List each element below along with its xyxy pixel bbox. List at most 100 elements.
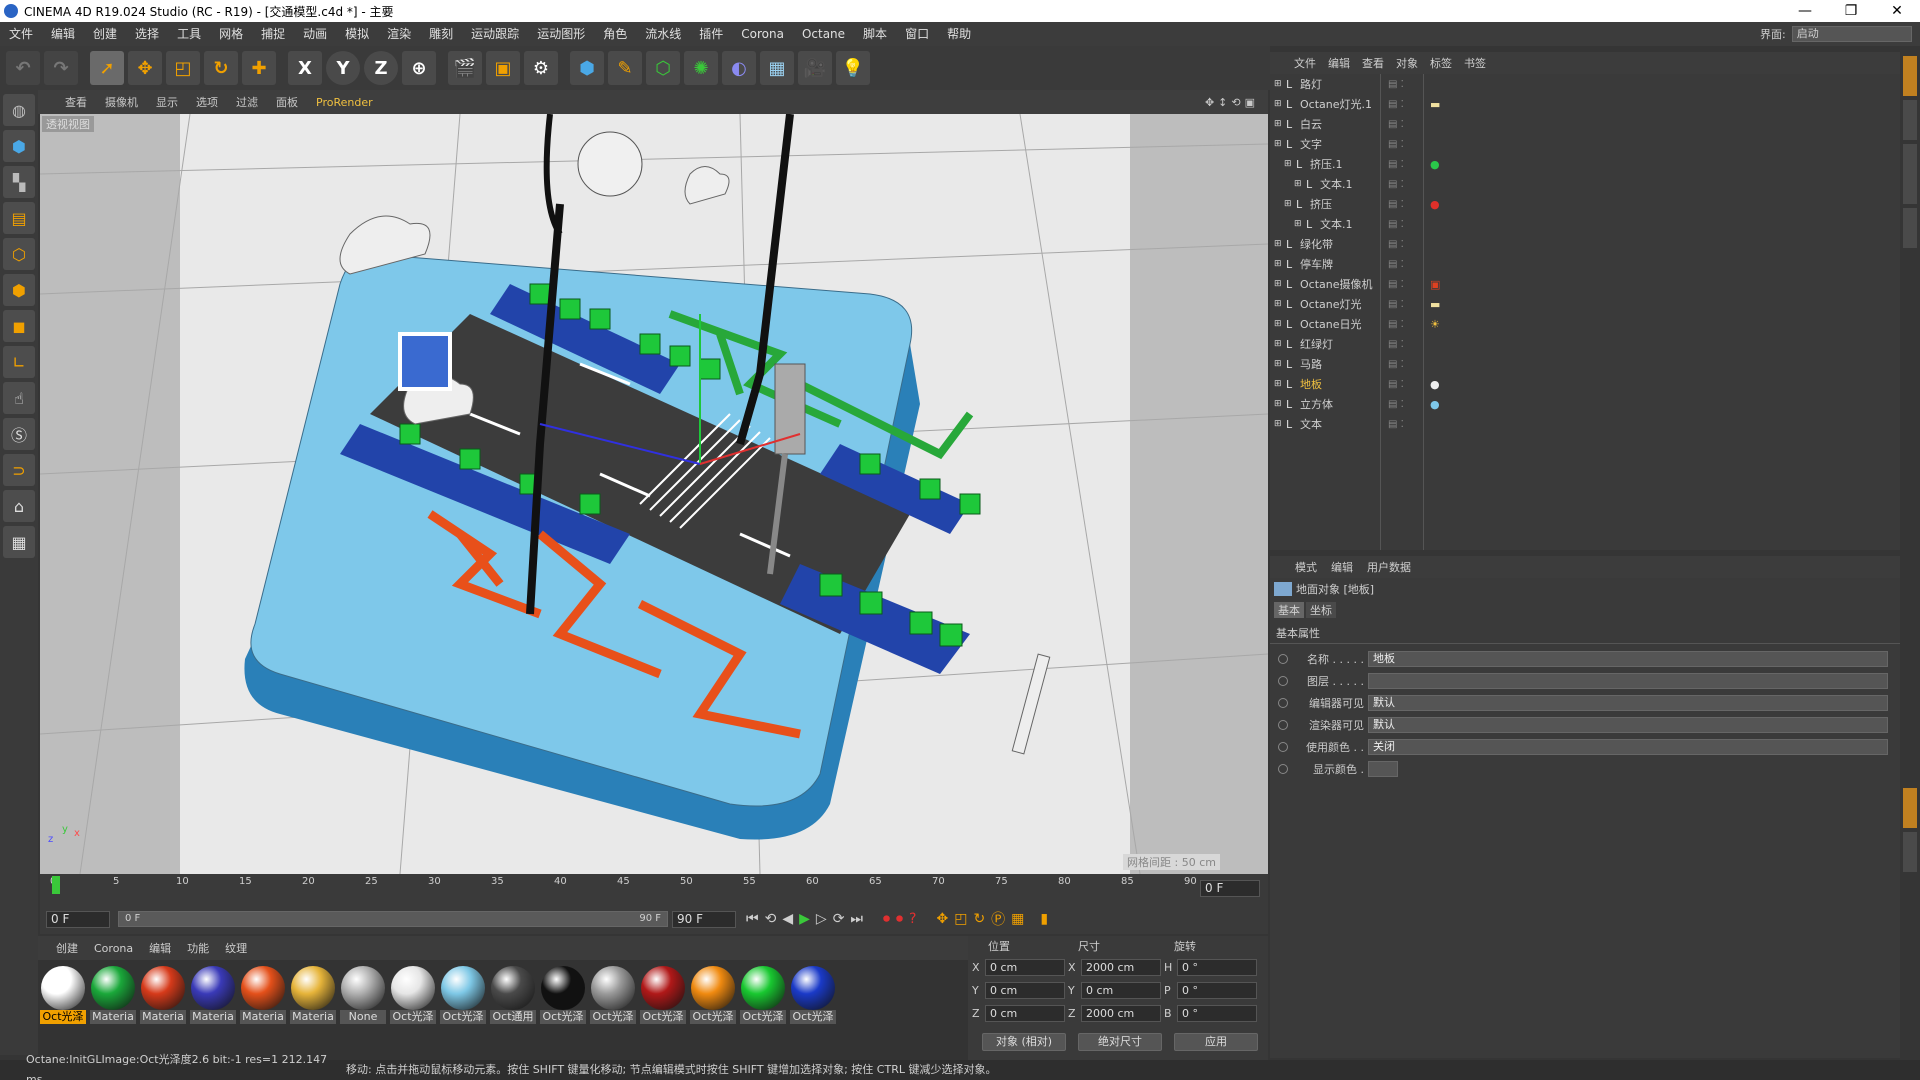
pen-spline-icon[interactable]: ✎: [608, 51, 642, 85]
material-item[interactable]: Oct光泽: [740, 966, 786, 1024]
material-item[interactable]: Oct通用: [490, 966, 536, 1024]
goto-end-icon[interactable]: ⏭: [850, 911, 863, 927]
object-row[interactable]: ⊞ L 挤压 ▤ ⁚ ●: [1270, 194, 1900, 214]
menu-item[interactable]: 模拟: [336, 22, 378, 46]
layout-dropdown[interactable]: 启动: [1791, 26, 1912, 42]
object-name[interactable]: 马路: [1300, 356, 1385, 372]
make-editable-icon[interactable]: ◍: [3, 94, 35, 126]
material-item[interactable]: Oct光泽: [390, 966, 436, 1024]
expand-icon[interactable]: ⊞: [1274, 99, 1286, 109]
side-tab-objects[interactable]: [1903, 56, 1917, 96]
object-menu-item[interactable]: 对象: [1390, 55, 1424, 71]
play-icon[interactable]: ▶: [799, 911, 810, 927]
object-name[interactable]: Octane灯光: [1300, 296, 1385, 312]
side-tab-attributes[interactable]: [1903, 788, 1917, 828]
coordinate-system-icon[interactable]: ⊕: [402, 51, 436, 85]
coord-field[interactable]: 0 °: [1177, 982, 1257, 999]
visibility-icon[interactable]: ▤ ⁚: [1388, 399, 1404, 410]
next-key-icon[interactable]: ⟳: [833, 911, 845, 927]
menu-item[interactable]: 流水线: [636, 22, 690, 46]
menu-item[interactable]: 创建: [84, 22, 126, 46]
visibility-icon[interactable]: ▤ ⁚: [1388, 199, 1404, 210]
tag-icon[interactable]: ●: [1430, 398, 1440, 411]
object-row[interactable]: ⊞ L 文本 ▤ ⁚: [1270, 414, 1900, 434]
snap-icon[interactable]: ⊃: [3, 454, 35, 486]
object-name[interactable]: 路灯: [1300, 76, 1385, 92]
expand-icon[interactable]: ⊞: [1274, 299, 1286, 309]
object-name[interactable]: 挤压.1: [1310, 156, 1385, 172]
expand-icon[interactable]: ⊞: [1294, 179, 1306, 189]
object-menu-item[interactable]: 编辑: [1322, 55, 1356, 71]
object-name[interactable]: Octane日光: [1300, 316, 1385, 332]
material-item[interactable]: Oct光泽: [690, 966, 736, 1024]
expand-icon[interactable]: ⊞: [1274, 399, 1286, 409]
visibility-icon[interactable]: ▤ ⁚: [1388, 419, 1404, 430]
expand-icon[interactable]: ⊞: [1274, 259, 1286, 269]
object-name[interactable]: 文本: [1300, 416, 1385, 432]
menu-item[interactable]: 窗口: [896, 22, 938, 46]
coordinate-mode-dropdown[interactable]: 对象 (相对): [982, 1033, 1066, 1051]
redo-icon[interactable]: ↷: [44, 51, 78, 85]
timeline-window-icon[interactable]: ▮: [1040, 911, 1048, 927]
planar-workplane-icon[interactable]: ▦: [3, 526, 35, 558]
side-tab-structure[interactable]: [1903, 208, 1917, 248]
rotate-tool-icon[interactable]: ↻: [204, 51, 238, 85]
autokey-icon[interactable]: ⏺: [896, 911, 903, 927]
material-item[interactable]: Materia: [190, 966, 236, 1024]
transform-tool-icon[interactable]: ✚: [242, 51, 276, 85]
viewport-menu-item[interactable]: 查看: [56, 94, 96, 110]
z-axis-lock-button[interactable]: Z: [364, 51, 398, 85]
solo-icon[interactable]: Ⓢ: [3, 418, 35, 450]
tag-icon[interactable]: ▬: [1430, 298, 1440, 311]
restore-button[interactable]: ❐: [1828, 0, 1874, 22]
coord-field[interactable]: 2000 cm: [1081, 1005, 1161, 1022]
coord-field[interactable]: 0 cm: [985, 1005, 1065, 1022]
render-view-icon[interactable]: 🎬: [448, 51, 482, 85]
visibility-icon[interactable]: ▤ ⁚: [1388, 119, 1404, 130]
radio-icon[interactable]: [1278, 742, 1288, 752]
object-name[interactable]: 文本.1: [1320, 216, 1385, 232]
viewport-menu-item[interactable]: 过滤: [227, 94, 267, 110]
attr-field[interactable]: 关闭: [1368, 739, 1888, 755]
key-parameter-icon[interactable]: Ⓟ: [991, 909, 1005, 929]
object-name[interactable]: 文本.1: [1320, 176, 1385, 192]
object-row[interactable]: ⊞ L 绿化带 ▤ ⁚: [1270, 234, 1900, 254]
object-name[interactable]: 停车牌: [1300, 256, 1385, 272]
visibility-icon[interactable]: ▤ ⁚: [1388, 159, 1404, 170]
subdivision-icon[interactable]: ⬡: [646, 51, 680, 85]
material-item[interactable]: Oct光泽: [640, 966, 686, 1024]
visibility-icon[interactable]: ▤ ⁚: [1388, 79, 1404, 90]
tag-icon[interactable]: ●: [1430, 198, 1440, 211]
viewport-menu-item[interactable]: 面板: [267, 94, 307, 110]
object-row[interactable]: ⊞ L 马路 ▤ ⁚: [1270, 354, 1900, 374]
side-tab-browser[interactable]: [1903, 144, 1917, 204]
tab-basic[interactable]: 基本: [1274, 602, 1304, 618]
menu-item[interactable]: 雕刻: [420, 22, 462, 46]
undo-icon[interactable]: ↶: [6, 51, 40, 85]
object-name[interactable]: 红绿灯: [1300, 336, 1385, 352]
next-frame-icon[interactable]: ▷: [816, 911, 827, 927]
object-menu-item[interactable]: 标签: [1424, 55, 1458, 71]
visibility-icon[interactable]: ▤ ⁚: [1388, 299, 1404, 310]
attr-field[interactable]: [1368, 673, 1888, 689]
attr-field[interactable]: 默认: [1368, 695, 1888, 711]
material-item[interactable]: Oct光泽: [440, 966, 486, 1024]
visibility-icon[interactable]: ▤ ⁚: [1388, 279, 1404, 290]
object-row[interactable]: ⊞ L Octane灯光.1 ▤ ⁚ ▬: [1270, 94, 1900, 114]
material-menu-item[interactable]: 纹理: [217, 940, 255, 956]
object-row[interactable]: ⊞ L 路灯 ▤ ⁚: [1270, 74, 1900, 94]
points-mode-icon[interactable]: ⬡: [3, 238, 35, 270]
visibility-icon[interactable]: ▤ ⁚: [1388, 99, 1404, 110]
prorender-menu[interactable]: ProRender: [307, 96, 382, 109]
expand-icon[interactable]: ⊞: [1274, 379, 1286, 389]
attr-menu-item[interactable]: 用户数据: [1360, 559, 1418, 575]
visibility-icon[interactable]: ▤ ⁚: [1388, 219, 1404, 230]
visibility-icon[interactable]: ▤ ⁚: [1388, 179, 1404, 190]
array-icon[interactable]: ✺: [684, 51, 718, 85]
texture-mode-icon[interactable]: ▚: [3, 166, 35, 198]
object-row[interactable]: ⊞ L 文本.1 ▤ ⁚: [1270, 174, 1900, 194]
side-tab-layers[interactable]: [1903, 832, 1917, 872]
attr-menu-item[interactable]: 模式: [1288, 559, 1324, 575]
move-tool-icon[interactable]: ✥: [128, 51, 162, 85]
goto-start-icon[interactable]: ⏮: [746, 911, 759, 927]
